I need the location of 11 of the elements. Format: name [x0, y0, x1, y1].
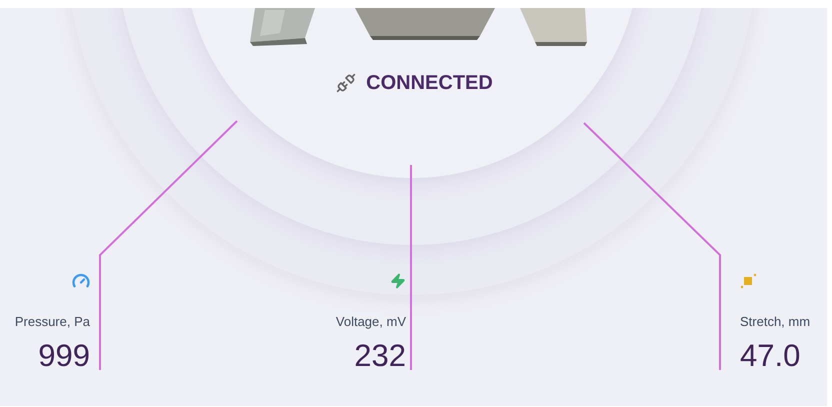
connection-status: CONNECTED — [366, 71, 493, 96]
sensor-value: 999 — [38, 338, 90, 374]
plug-icon — [336, 73, 356, 93]
lightning-icon — [390, 272, 406, 290]
sensor-label: Stretch, mm — [740, 313, 810, 331]
square-icon — [740, 272, 758, 290]
sensor-value: 232 — [354, 338, 406, 374]
sensor-label: Pressure, Pa — [14, 313, 90, 331]
gauge-icon — [72, 272, 90, 290]
sensor-label: Voltage, mV — [336, 313, 406, 331]
sensor-value: 47.0 — [740, 338, 800, 374]
